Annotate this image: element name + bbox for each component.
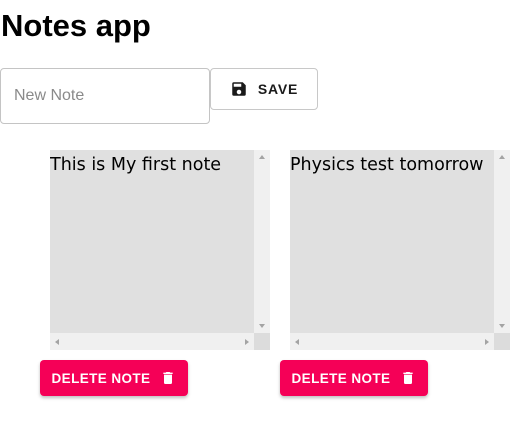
note-text-body[interactable]: This is My first note: [50, 150, 254, 333]
delete-note-label: DELETE NOTE: [51, 370, 151, 386]
delete-note-button[interactable]: DELETE NOTE: [40, 360, 188, 396]
floppy-disk-icon: [230, 80, 248, 98]
trash-icon: [400, 369, 416, 387]
scroll-left-arrow-icon[interactable]: [295, 339, 299, 345]
scroll-down-arrow-icon[interactable]: [499, 324, 505, 328]
scroll-up-arrow-icon[interactable]: [259, 155, 265, 159]
note-text-body[interactable]: Physics test tomorrow: [290, 150, 494, 333]
notes-app-page: Notes app SAVE This is My first note DEL…: [0, 0, 532, 438]
scroll-up-arrow-icon[interactable]: [499, 155, 505, 159]
delete-note-label: DELETE NOTE: [291, 370, 391, 386]
horizontal-scrollbar[interactable]: [50, 333, 254, 350]
vertical-scrollbar[interactable]: [494, 150, 510, 333]
new-note-input[interactable]: [0, 68, 210, 124]
scroll-left-arrow-icon[interactable]: [55, 339, 59, 345]
delete-note-button[interactable]: DELETE NOTE: [280, 360, 428, 396]
resize-corner[interactable]: [254, 333, 270, 350]
scroll-right-arrow-icon[interactable]: [245, 339, 249, 345]
note-textarea[interactable]: This is My first note: [50, 150, 270, 350]
horizontal-scrollbar[interactable]: [290, 333, 494, 350]
note-textarea[interactable]: Physics test tomorrow: [290, 150, 510, 350]
page-title: Notes app: [1, 8, 151, 43]
resize-corner[interactable]: [494, 333, 510, 350]
save-button-label: SAVE: [257, 81, 299, 97]
save-button[interactable]: SAVE: [210, 68, 318, 110]
vertical-scrollbar[interactable]: [254, 150, 270, 333]
scroll-down-arrow-icon[interactable]: [259, 324, 265, 328]
note-text: Physics test tomorrow: [290, 155, 484, 175]
note-text: This is My first note: [50, 155, 222, 175]
trash-icon: [160, 369, 176, 387]
scroll-right-arrow-icon[interactable]: [485, 339, 489, 345]
